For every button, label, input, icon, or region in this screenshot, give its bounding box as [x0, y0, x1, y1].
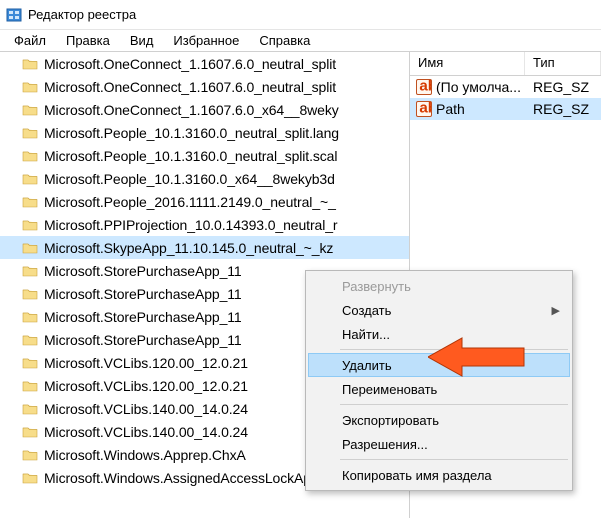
- tree-item-label: Microsoft.People_10.1.3160.0_neutral_spl…: [44, 125, 339, 141]
- tree-item-label: Microsoft.StorePurchaseApp_11: [44, 309, 242, 325]
- folder-icon: [22, 240, 38, 256]
- folder-icon: [22, 217, 38, 233]
- folder-icon: [22, 355, 38, 371]
- value-type: REG_SZ: [525, 101, 601, 117]
- svg-text:ab: ab: [419, 102, 431, 116]
- tree-item-label: Microsoft.People_10.1.3160.0_neutral_spl…: [44, 148, 337, 164]
- tree-item[interactable]: Microsoft.People_2016.1111.2149.0_neutra…: [0, 190, 409, 213]
- reg-string-icon: ab: [416, 101, 432, 117]
- tree-item[interactable]: Microsoft.SkypeApp_11.10.145.0_neutral_~…: [0, 236, 409, 259]
- context-menu-item[interactable]: Найти...: [308, 322, 570, 346]
- folder-icon: [22, 424, 38, 440]
- context-menu-item: Развернуть: [308, 274, 570, 298]
- menu-help[interactable]: Справка: [249, 32, 320, 49]
- value-row[interactable]: ab (По умолча...REG_SZ: [410, 76, 601, 98]
- context-menu-item[interactable]: Создать ▶: [308, 298, 570, 322]
- svg-text:ab: ab: [419, 80, 431, 94]
- folder-icon: [22, 171, 38, 187]
- tree-item-label: Microsoft.PPIProjection_10.0.14393.0_neu…: [44, 217, 337, 233]
- tree-item-label: Microsoft.VCLibs.120.00_12.0.21: [44, 355, 248, 371]
- context-menu: Развернуть Создать ▶ Найти... Удалить Переиме…: [305, 270, 573, 491]
- folder-icon: [22, 194, 38, 210]
- submenu-arrow-icon: ▶: [552, 304, 560, 317]
- menu-view[interactable]: Вид: [120, 32, 164, 49]
- tree-item-label: Microsoft.VCLibs.140.00_14.0.24: [44, 401, 248, 417]
- menu-edit[interactable]: Правка: [56, 32, 120, 49]
- context-menu-item-label: Удалить: [342, 358, 392, 373]
- menubar: Файл Правка Вид Избранное Справка: [0, 30, 601, 52]
- folder-icon: [22, 286, 38, 302]
- folder-icon: [22, 378, 38, 394]
- folder-icon: [22, 401, 38, 417]
- window-title: Редактор реестра: [28, 7, 136, 22]
- column-type[interactable]: Тип: [525, 52, 601, 75]
- tree-item-label: Microsoft.VCLibs.120.00_12.0.21: [44, 378, 248, 394]
- context-menu-item-label: Найти...: [342, 327, 390, 342]
- reg-string-icon: ab: [416, 79, 432, 95]
- context-menu-item-label: Развернуть: [342, 279, 411, 294]
- menu-separator: [340, 404, 568, 405]
- menu-favorites[interactable]: Избранное: [163, 32, 249, 49]
- tree-item[interactable]: Microsoft.OneConnect_1.1607.6.0_x64__8we…: [0, 98, 409, 121]
- folder-icon: [22, 102, 38, 118]
- context-menu-item[interactable]: Разрешения...: [308, 432, 570, 456]
- tree-item-label: Microsoft.SkypeApp_11.10.145.0_neutral_~…: [44, 240, 333, 256]
- window-titlebar: Редактор реестра: [0, 0, 601, 30]
- folder-icon: [22, 79, 38, 95]
- menu-file[interactable]: Файл: [4, 32, 56, 49]
- context-menu-item-label: Переименовать: [342, 382, 437, 397]
- folder-icon: [22, 332, 38, 348]
- menu-separator: [340, 459, 568, 460]
- menu-separator: [340, 349, 568, 350]
- context-menu-item-label: Создать: [342, 303, 391, 318]
- tree-item-label: Microsoft.OneConnect_1.1607.6.0_x64__8we…: [44, 102, 339, 118]
- folder-icon: [22, 263, 38, 279]
- folder-icon: [22, 56, 38, 72]
- tree-item-label: Microsoft.VCLibs.140.00_14.0.24: [44, 424, 248, 440]
- value-name: (По умолча...: [436, 79, 521, 95]
- folder-icon: [22, 125, 38, 141]
- value-name: Path: [436, 101, 465, 117]
- context-menu-item[interactable]: Переименовать: [308, 377, 570, 401]
- tree-item[interactable]: Microsoft.People_10.1.3160.0_neutral_spl…: [0, 144, 409, 167]
- tree-item-label: Microsoft.People_2016.1111.2149.0_neutra…: [44, 194, 336, 210]
- folder-icon: [22, 470, 38, 486]
- context-menu-item-label: Экспортировать: [342, 413, 439, 428]
- tree-item-label: Microsoft.Windows.AssignedAccessLockApp_…: [44, 470, 342, 486]
- context-menu-item-label: Копировать имя раздела: [342, 468, 492, 483]
- tree-item-label: Microsoft.StorePurchaseApp_11: [44, 332, 242, 348]
- tree-item-label: Microsoft.StorePurchaseApp_11: [44, 263, 242, 279]
- tree-item-label: Microsoft.OneConnect_1.1607.6.0_neutral_…: [44, 79, 336, 95]
- tree-item-label: Microsoft.OneConnect_1.1607.6.0_neutral_…: [44, 56, 336, 72]
- column-name[interactable]: Имя: [410, 52, 525, 75]
- context-menu-item[interactable]: Экспортировать: [308, 408, 570, 432]
- tree-item[interactable]: Microsoft.OneConnect_1.1607.6.0_neutral_…: [0, 52, 409, 75]
- tree-item[interactable]: Microsoft.People_10.1.3160.0_x64__8wekyb…: [0, 167, 409, 190]
- tree-item[interactable]: Microsoft.People_10.1.3160.0_neutral_spl…: [0, 121, 409, 144]
- value-type: REG_SZ: [525, 79, 601, 95]
- context-menu-item[interactable]: Копировать имя раздела: [308, 463, 570, 487]
- tree-item[interactable]: Microsoft.OneConnect_1.1607.6.0_neutral_…: [0, 75, 409, 98]
- value-row[interactable]: ab Path REG_SZ: [410, 98, 601, 120]
- tree-item[interactable]: Microsoft.PPIProjection_10.0.14393.0_neu…: [0, 213, 409, 236]
- folder-icon: [22, 148, 38, 164]
- regedit-app-icon: [6, 7, 22, 23]
- tree-item-label: Microsoft.People_10.1.3160.0_x64__8wekyb…: [44, 171, 335, 187]
- tree-item-label: Microsoft.Windows.Apprep.ChxA: [44, 447, 246, 463]
- folder-icon: [22, 309, 38, 325]
- tree-item-label: Microsoft.StorePurchaseApp_11: [44, 286, 242, 302]
- context-menu-item[interactable]: Удалить: [308, 353, 570, 377]
- values-header: Имя Тип: [410, 52, 601, 76]
- context-menu-item-label: Разрешения...: [342, 437, 428, 452]
- folder-icon: [22, 447, 38, 463]
